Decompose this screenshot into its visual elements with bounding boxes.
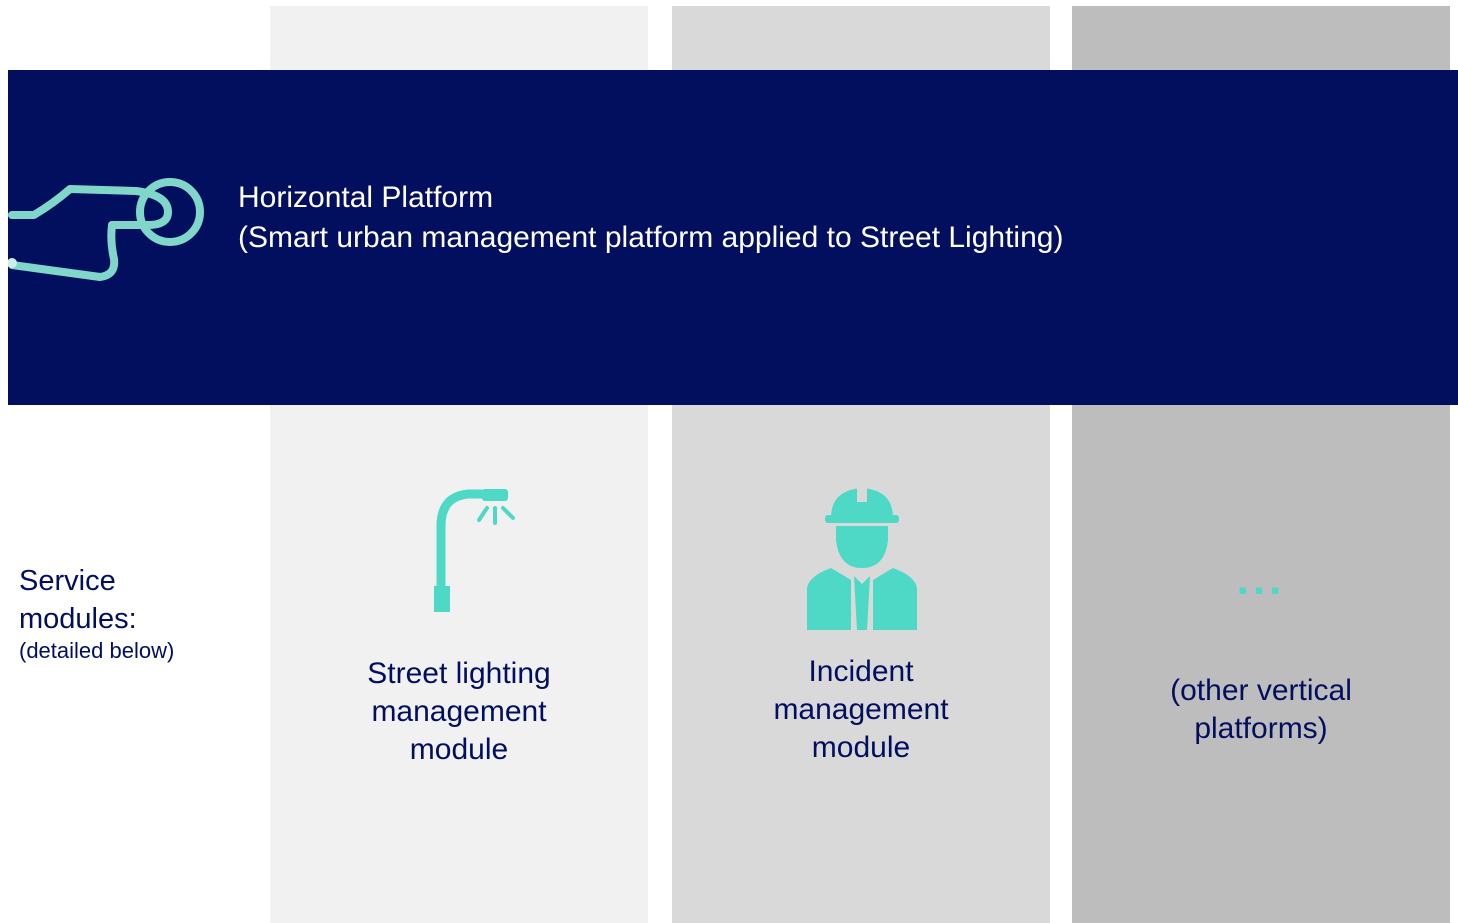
module-text-line: management (371, 695, 547, 728)
banner-subtitle: (Smart urban management platform applied… (238, 221, 1064, 254)
module-text-line: (other vertical (1170, 674, 1352, 707)
label-line-1: Service (19, 565, 116, 597)
service-modules-label: Service modules: (detailed below) (19, 562, 174, 664)
label-line-2: modules: (19, 603, 137, 635)
module-incident-label: Incident management module (672, 653, 1050, 767)
ellipsis-icon: ... (1236, 555, 1286, 604)
label-sub: (detailed below) (19, 638, 175, 663)
module-other-label: (other vertical platforms) (1072, 672, 1450, 748)
module-text-line: platforms) (1194, 712, 1328, 745)
module-text-line: module (811, 731, 911, 764)
worker-hardhat-icon (807, 486, 917, 630)
module-text-line: management (773, 693, 949, 726)
horizontal-platform-banner: Horizontal Platform (Smart urban managem… (8, 70, 1458, 405)
street-lamp-icon (434, 489, 515, 612)
banner-title: Horizontal Platform (238, 181, 494, 214)
module-street-lighting-label: Street lighting management module (270, 655, 648, 769)
pointing-hand-icon (8, 178, 204, 281)
module-text-line: Incident (808, 655, 914, 688)
module-text-line: Street lighting (367, 657, 551, 690)
module-text-line: module (409, 733, 509, 766)
